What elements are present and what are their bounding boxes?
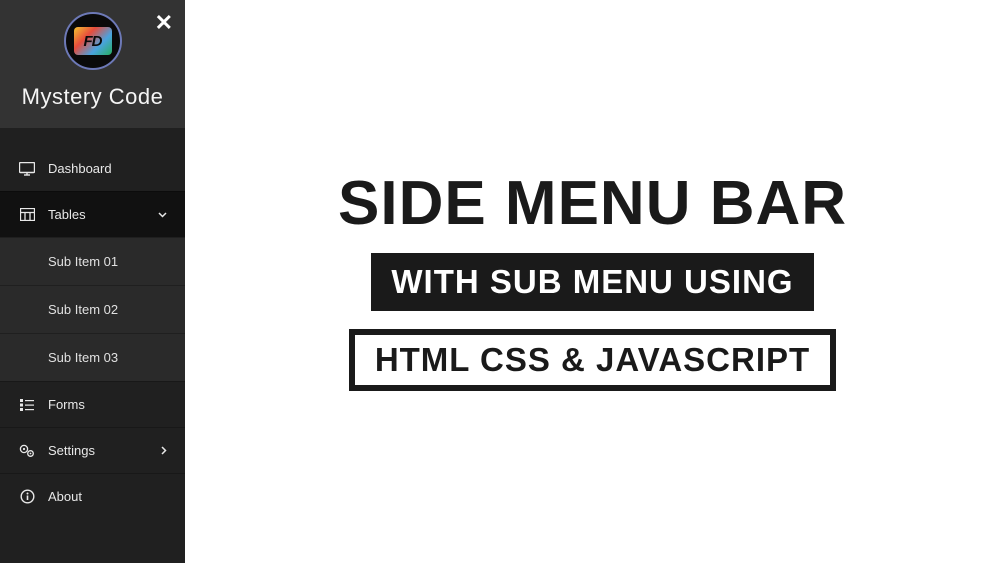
chevron-down-icon [158,212,167,218]
main-content: SIDE MENU BAR WITH SUB MENU USING HTML C… [185,0,1000,563]
info-icon [18,489,36,504]
hero-title: SIDE MENU BAR [338,173,847,235]
sidebar-item-label: About [48,489,82,504]
sidebar-nav: Dashboard Tables Sub Item 01 Sub Item 02… [0,128,185,563]
hero-subtitle-1: WITH SUB MENU USING [371,253,813,311]
sidebar-item-label: Tables [48,207,86,222]
monitor-icon [18,162,36,176]
logo: FD [64,12,122,70]
gears-icon [18,444,36,458]
submenu: Sub Item 01 Sub Item 02 Sub Item 03 [0,237,185,381]
sidebar-item-tables[interactable]: Tables [0,191,185,237]
chevron-right-icon [161,446,167,455]
sidebar-item-label: Settings [48,443,95,458]
submenu-item-label: Sub Item 02 [48,302,118,317]
sidebar: ✕ FD Mystery Code Dashboard Tables Sub I… [0,0,185,563]
submenu-item[interactable]: Sub Item 02 [0,285,185,333]
sidebar-header: ✕ FD Mystery Code [0,0,185,128]
sidebar-item-label: Forms [48,397,85,412]
sidebar-item-settings[interactable]: Settings [0,427,185,473]
brand-title: Mystery Code [10,84,175,110]
table-icon [18,208,36,221]
sidebar-item-dashboard[interactable]: Dashboard [0,146,185,191]
sidebar-item-about[interactable]: About [0,473,185,519]
close-icon[interactable]: ✕ [155,12,173,34]
submenu-item-label: Sub Item 03 [48,350,118,365]
hero-subtitle-2: HTML CSS & JAVASCRIPT [349,329,836,391]
sidebar-item-forms[interactable]: Forms [0,381,185,427]
submenu-item[interactable]: Sub Item 01 [0,237,185,285]
sidebar-item-label: Dashboard [48,161,112,176]
submenu-item-label: Sub Item 01 [48,254,118,269]
submenu-item[interactable]: Sub Item 03 [0,333,185,381]
list-icon [18,399,36,411]
logo-text: FD [74,27,112,55]
